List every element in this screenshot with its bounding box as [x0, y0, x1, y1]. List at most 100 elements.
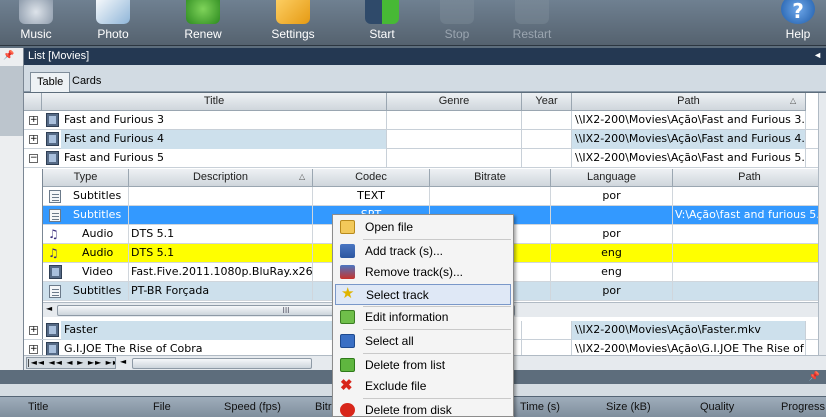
column-header-path[interactable]: Path	[572, 93, 806, 111]
settings-button[interactable]: Settings	[257, 0, 329, 46]
track-description-cell	[129, 187, 313, 206]
scroll-left-icon[interactable]: ◄	[120, 357, 126, 366]
scroll-left-icon[interactable]: ◄	[46, 304, 52, 313]
path-cell: \\IX2-200\Movies\Ação\Fast and Furious 3…	[572, 111, 806, 130]
expand-icon[interactable]: +	[29, 326, 38, 335]
column-header-genre[interactable]: Genre	[387, 93, 522, 111]
menu-item-edit-information[interactable]: Edit information	[335, 307, 511, 328]
select-all-icon	[340, 334, 355, 348]
film-icon	[46, 132, 59, 146]
track-row[interactable]: Subtitles TEXT por	[43, 187, 826, 206]
table-row[interactable]: + Fast and Furious 4 \\IX2-200\Movies\Aç…	[24, 130, 826, 149]
expand-icon[interactable]: +	[29, 135, 38, 144]
left-pane: 📌	[0, 48, 24, 370]
title-cell: Fast and Furious 4	[61, 130, 387, 149]
scrollbar-thumb[interactable]	[132, 358, 312, 369]
film-icon	[46, 323, 59, 337]
menu-item-label: Delete from list	[365, 358, 446, 372]
prev-fast-button[interactable]: ◄◄	[49, 358, 63, 367]
stop-button[interactable]: Stop	[421, 0, 493, 46]
menu-item-add-track[interactable]: Add track (s)...	[335, 241, 511, 262]
expand-icon[interactable]: +	[29, 345, 38, 354]
photo-button[interactable]: Photo	[78, 0, 148, 46]
star-icon: ★	[341, 285, 355, 302]
column-header-codec[interactable]: Codec	[313, 169, 430, 187]
delete-disk-icon	[340, 403, 355, 417]
queue-column-progress[interactable]: Progress	[781, 401, 825, 413]
queue-column-size[interactable]: Size (kB)	[606, 401, 651, 413]
first-page-button[interactable]: |◄◄	[27, 358, 45, 367]
menu-separator	[363, 329, 511, 330]
track-type-cell: Subtitles	[43, 282, 129, 301]
settings-icon	[276, 0, 310, 24]
track-description-cell: Fast.Five.2011.1080p.BluRay.x264-I	[129, 263, 313, 282]
column-header-language[interactable]: Language	[551, 169, 673, 187]
queue-column-time[interactable]: Time (s)	[520, 401, 560, 413]
next-page-button[interactable]: ►	[77, 358, 84, 367]
menu-item-delete-from-list[interactable]: Delete from list	[335, 355, 511, 376]
track-path-cell	[673, 263, 826, 282]
sort-indicator-icon: △	[790, 96, 797, 105]
last-page-button[interactable]: ►►|	[106, 358, 115, 367]
menu-item-label: Delete from disk	[365, 403, 452, 417]
genre-cell	[387, 149, 522, 168]
film-icon	[46, 113, 59, 127]
start-button[interactable]: Start	[346, 0, 418, 46]
photo-icon	[96, 0, 130, 24]
queue-column-file[interactable]: File	[153, 401, 171, 413]
column-header-track-path[interactable]: Path	[673, 169, 826, 187]
music-button[interactable]: Music	[0, 0, 72, 46]
column-header-year[interactable]: Year	[522, 93, 572, 111]
menu-item-label: Add track (s)...	[365, 244, 444, 258]
track-type-cell: Subtitles	[43, 206, 129, 225]
table-row[interactable]: − Fast and Furious 5 \\IX2-200\Movies\Aç…	[24, 149, 826, 168]
queue-column-title[interactable]: Title	[28, 401, 48, 413]
queue-column-speed[interactable]: Speed (fps)	[224, 401, 281, 413]
column-header-title[interactable]: Title	[42, 93, 387, 111]
title-cell: Fast and Furious 5	[61, 149, 387, 168]
year-cell	[522, 130, 572, 149]
menu-item-delete-from-disk[interactable]: Delete from disk	[335, 400, 511, 417]
menu-item-select-track[interactable]: ★ Select track	[335, 284, 511, 305]
vertical-scrollbar[interactable]	[818, 93, 826, 355]
collapse-arrow-icon[interactable]: ◄	[813, 50, 822, 60]
year-cell	[522, 321, 572, 340]
tab-table[interactable]: Table	[30, 72, 71, 92]
collapse-icon[interactable]: −	[29, 154, 38, 163]
help-button[interactable]: ? Help	[770, 0, 826, 46]
tab-bar: Table Cards	[24, 65, 826, 92]
pin-icon[interactable]: 📌	[809, 372, 820, 382]
expand-icon[interactable]: +	[29, 116, 38, 125]
table-row[interactable]: + Fast and Furious 3 \\IX2-200\Movies\Aç…	[24, 111, 826, 130]
track-type-cell: Subtitles	[43, 187, 129, 206]
sort-indicator-icon: △	[299, 172, 306, 181]
menu-separator	[363, 239, 511, 240]
menu-item-select-all[interactable]: Select all	[335, 331, 511, 352]
pin-icon[interactable]: 📌	[3, 51, 14, 61]
column-header-type[interactable]: Type	[43, 169, 129, 187]
next-fast-button[interactable]: ►►	[88, 358, 102, 367]
prev-page-button[interactable]: ◄	[66, 358, 73, 367]
path-cell: \\IX2-200\Movies\Ação\Fast and Furious 5…	[572, 149, 806, 168]
help-icon: ?	[781, 0, 815, 24]
menu-item-label: Select all	[365, 334, 414, 348]
menu-item-label: Remove track(s)...	[365, 265, 464, 279]
stop-icon	[440, 0, 474, 24]
menu-item-exclude-file[interactable]: ✖ Exclude file	[335, 376, 511, 397]
track-language-cell: por	[551, 225, 673, 244]
left-pane-area	[0, 66, 23, 136]
menu-item-open-file[interactable]: Open file	[335, 217, 511, 238]
column-header-description[interactable]: Description	[129, 169, 313, 187]
menu-item-remove-track[interactable]: Remove track(s)...	[335, 262, 511, 283]
tab-cards[interactable]: Cards	[66, 72, 107, 92]
track-language-cell: por	[551, 187, 673, 206]
column-header-bitrate[interactable]: Bitrate	[430, 169, 551, 187]
restart-button[interactable]: Restart	[496, 0, 568, 46]
track-language-cell: por	[551, 282, 673, 301]
track-path-cell: V:\Ação\fast and furious 5.srt	[673, 206, 826, 225]
path-cell: \\IX2-200\Movies\Ação\Faster.mkv	[572, 321, 806, 340]
queue-column-bitrate[interactable]: Bitr	[315, 401, 332, 413]
queue-column-quality[interactable]: Quality	[700, 401, 734, 413]
renew-button[interactable]: Renew	[167, 0, 239, 46]
remove-track-icon	[340, 265, 355, 279]
